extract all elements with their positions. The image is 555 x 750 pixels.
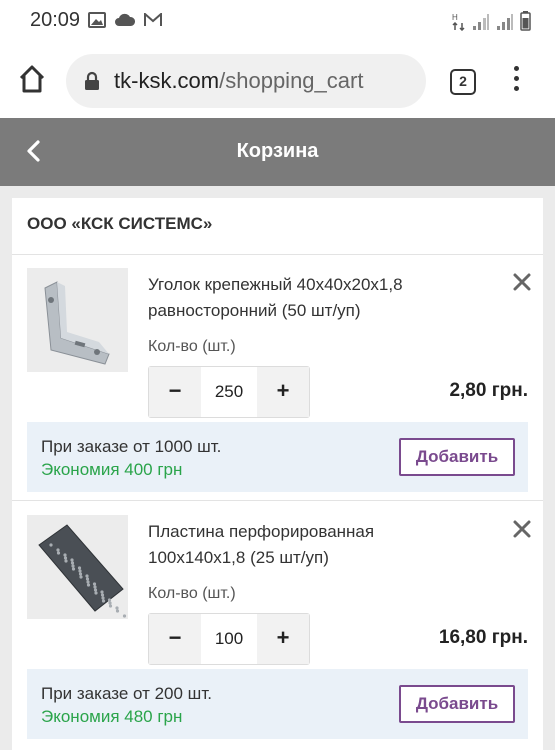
bulk-offer-saving: Экономия 400 грн xyxy=(41,460,183,479)
bulk-offer-text: При заказе от 200 шт. xyxy=(41,684,212,703)
status-time: 20:09 xyxy=(30,9,81,31)
home-icon[interactable] xyxy=(18,64,46,94)
url-path: /shopping_cart xyxy=(219,68,364,93)
address-bar[interactable]: tk-ksk.com/shopping_cart xyxy=(66,54,426,108)
product-price: 2,80 грн. xyxy=(449,380,528,401)
cart-card: ООО «КСК СИСТЕМС» Уголок крепежный 40х40… xyxy=(12,198,543,750)
increase-button[interactable]: + xyxy=(257,614,309,664)
product-name: Пластина перфорированная 100х140х1,8 (25… xyxy=(148,522,375,567)
add-button[interactable]: Добавить xyxy=(399,685,515,723)
app-header: Корзина xyxy=(0,118,555,186)
tab-switcher-button[interactable]: 2 xyxy=(450,69,476,95)
svg-text:H: H xyxy=(452,13,458,22)
url-domain: tk-ksk.com xyxy=(114,68,220,93)
quantity-input[interactable]: 100 xyxy=(201,614,257,664)
bulk-offer-text: При заказе от 1000 шт. xyxy=(41,437,222,456)
url-text: tk-ksk.com/shopping_cart xyxy=(114,68,363,94)
close-icon[interactable] xyxy=(512,272,532,292)
bulk-offer-saving: Экономия 480 грн xyxy=(41,707,183,726)
quantity-stepper: − 100 + xyxy=(148,613,310,665)
seller-name: ООО «КСК СИСТЕМС» xyxy=(27,214,213,233)
product-name: Уголок крепежный 40х40х20х1,8 равносторо… xyxy=(148,275,403,320)
cart-item: Уголок крепежный 40х40х20х1,8 равносторо… xyxy=(12,254,543,500)
product-image xyxy=(27,268,128,372)
data-arrows-icon: H xyxy=(452,13,465,31)
close-icon[interactable] xyxy=(512,519,532,539)
cloud-icon xyxy=(115,13,136,26)
browser-toolbar: tk-ksk.com/shopping_cart 2 xyxy=(0,44,555,118)
gmail-icon xyxy=(144,13,162,26)
quantity-stepper: − 250 + xyxy=(148,366,310,418)
quantity-input[interactable]: 250 xyxy=(201,367,257,417)
lock-icon xyxy=(85,71,99,90)
bulk-offer: При заказе от 200 шт. Экономия 480 грн Д… xyxy=(27,669,528,739)
signal-icon xyxy=(497,14,513,30)
add-button[interactable]: Добавить xyxy=(399,438,515,476)
bulk-offer: При заказе от 1000 шт. Экономия 400 грн … xyxy=(27,422,528,492)
quantity-label: Кол-во (шт.) xyxy=(148,585,236,602)
cart-item: Пластина перфорированная 100х140х1,8 (25… xyxy=(12,501,543,747)
page-title: Корзина xyxy=(236,140,319,162)
quantity-label: Кол-во (шт.) xyxy=(148,338,236,355)
status-bar: 20:09 H xyxy=(0,0,555,44)
overflow-menu-icon[interactable] xyxy=(508,66,524,96)
signal-icon xyxy=(473,14,489,30)
product-price: 16,80 грн. xyxy=(438,627,528,648)
decrease-button[interactable]: − xyxy=(149,614,201,664)
increase-button[interactable]: + xyxy=(257,367,309,417)
battery-icon xyxy=(520,11,531,31)
decrease-button[interactable]: − xyxy=(149,367,201,417)
product-image xyxy=(27,515,128,619)
image-icon xyxy=(88,12,106,28)
